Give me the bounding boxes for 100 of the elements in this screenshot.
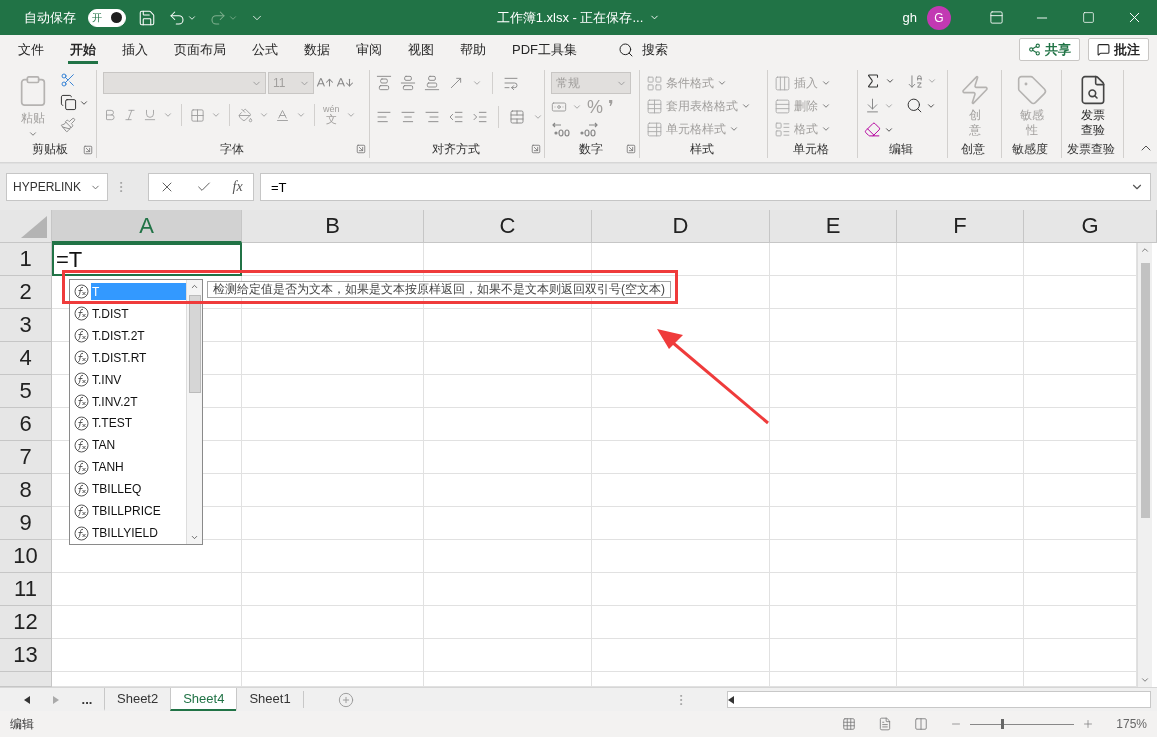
function-suggestion[interactable]: TBILLPRICE [91,502,186,520]
row-header[interactable]: 12 [0,606,52,639]
menu-tab[interactable]: 文件 [16,35,46,64]
sheet-cell[interactable] [592,441,770,474]
format-painter-icon[interactable] [60,117,76,133]
sheet-cell[interactable] [592,507,770,540]
sheet-cell[interactable] [424,573,592,606]
dialog-launcher-icon[interactable] [83,144,93,155]
sheet-cell[interactable] [242,309,424,342]
redo-icon[interactable] [209,8,227,27]
wrap-text-icon[interactable] [503,75,519,91]
sheet-cell[interactable] [770,243,897,276]
insert-function-button[interactable]: fx [232,179,243,195]
underline-icon[interactable] [143,108,157,122]
row-header[interactable] [0,672,52,687]
active-cell[interactable]: =T [52,243,242,276]
zoom-in-icon[interactable] [1082,718,1095,730]
sheet-cell[interactable] [242,507,424,540]
sheet-cell[interactable] [242,375,424,408]
cut-icon[interactable] [60,72,76,88]
column-header[interactable]: F [897,210,1024,243]
row-header[interactable]: 2 [0,276,52,309]
find-icon[interactable] [906,97,923,114]
menu-tab[interactable]: 视图 [406,35,436,64]
sheet-cell[interactable] [242,639,424,672]
sheet-cell[interactable] [770,309,897,342]
share-icon[interactable] [1028,43,1041,56]
sheet-cell[interactable] [424,606,592,639]
function-suggestion[interactable]: T.DIST.RT [91,349,186,367]
autosave-toggle[interactable]: 开 [88,8,126,27]
merge-cells-icon[interactable] [509,109,525,125]
align-left-icon[interactable] [376,109,392,125]
sheet-cell[interactable] [424,342,592,375]
eraser-icon[interactable] [864,121,881,138]
sheet-cell[interactable] [52,573,242,606]
sheet-cell[interactable] [897,408,1024,441]
sheet-cell[interactable] [592,606,770,639]
increase-decimal-icon[interactable] [551,120,573,138]
italic-icon[interactable] [123,108,137,122]
row-header[interactable]: 10 [0,540,52,573]
sheet-cell[interactable] [592,474,770,507]
scroll-left-icon[interactable] [728,695,734,704]
row-header[interactable]: 7 [0,441,52,474]
page-layout-icon[interactable] [878,717,893,731]
function-suggestion[interactable]: TBILLEQ [91,480,186,498]
sheet-cell[interactable] [770,540,897,573]
dialog-launcher-icon[interactable] [356,144,366,154]
row-header[interactable]: 3 [0,309,52,342]
align-right-icon[interactable] [424,109,440,125]
middle-align-icon[interactable] [400,75,416,91]
sheet-cell[interactable] [770,606,897,639]
scroll-up-icon[interactable] [1140,245,1150,255]
sheet-cell[interactable] [424,375,592,408]
column-header[interactable]: E [770,210,897,243]
decrease-indent-icon[interactable] [448,109,464,125]
comments-button[interactable]: 批注 [1088,38,1149,61]
borders-icon[interactable] [190,107,205,123]
column-header[interactable]: A [52,210,242,243]
sheet-cell[interactable] [897,375,1024,408]
scrollbar-thumb[interactable] [1140,263,1150,518]
function-suggestion[interactable]: T.DIST.2T [91,327,186,345]
sheet-cell[interactable] [897,606,1024,639]
column-header[interactable]: G [1024,210,1157,243]
row-header[interactable]: 8 [0,474,52,507]
menu-tab[interactable]: 页面布局 [172,35,228,64]
name-box[interactable]: HYPERLINK [6,173,108,201]
function-suggestion[interactable]: T.INV [91,371,186,389]
sheet-cell[interactable] [242,441,424,474]
sheet-cell[interactable] [897,243,1024,276]
top-align-icon[interactable] [376,75,392,91]
currency-icon[interactable] [551,99,567,115]
row-header[interactable]: 1 [0,243,52,276]
sheet-cell[interactable] [242,540,424,573]
sheet-cell[interactable] [897,309,1024,342]
undo-icon[interactable] [168,8,186,27]
sheet-cell[interactable] [242,474,424,507]
sheet-cell[interactable] [770,342,897,375]
sheet-cell[interactable] [424,540,592,573]
column-header[interactable]: D [592,210,770,243]
sheet-cell[interactable] [242,408,424,441]
row-header[interactable]: 6 [0,408,52,441]
sheet-cell[interactable] [592,408,770,441]
sheet-cell[interactable] [897,474,1024,507]
sheet-cell[interactable] [592,540,770,573]
sheet-cell[interactable] [424,441,592,474]
column-header[interactable]: B [242,210,424,243]
sheet-cell[interactable] [242,342,424,375]
scroll-up-icon[interactable] [190,282,199,291]
sheet-cell[interactable] [770,276,897,309]
sheet-cell[interactable] [592,375,770,408]
function-suggestion[interactable]: T.TEST [91,415,186,432]
zoom-level[interactable]: 175% [1116,717,1147,731]
sheet-cell[interactable] [770,408,897,441]
menu-tab[interactable]: PDF工具集 [510,35,579,64]
fill-icon[interactable] [864,97,881,114]
sort-filter-icon[interactable] [907,72,924,90]
sheet-cell[interactable] [424,309,592,342]
sheet-cell[interactable] [897,540,1024,573]
menu-tab[interactable]: 公式 [250,35,280,64]
sheet-cell[interactable] [897,573,1024,606]
